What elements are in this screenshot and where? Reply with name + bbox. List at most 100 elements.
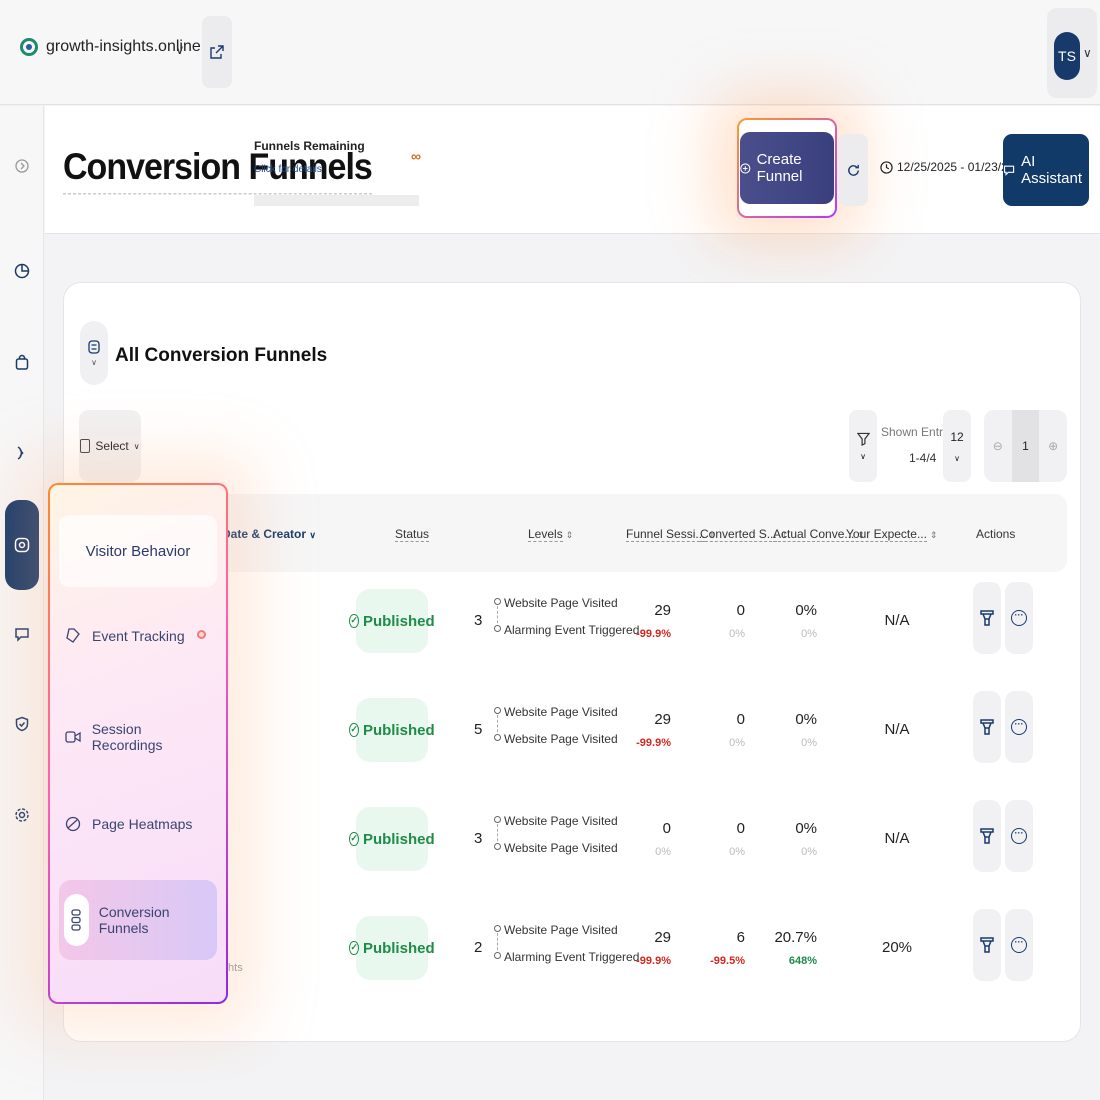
level-step: Website Page Visited: [494, 841, 618, 868]
clock-icon: [880, 160, 893, 174]
check-circle-icon: ✓: [349, 723, 359, 737]
flyout-item-conversion-funnels[interactable]: Conversion Funnels: [59, 880, 217, 960]
funnel-view-button[interactable]: [973, 909, 1001, 981]
funnel-view-button[interactable]: [973, 582, 1001, 654]
shown-entries-range: 1-4/4: [909, 451, 937, 465]
external-link-icon: [210, 45, 224, 59]
open-external-button[interactable]: [202, 16, 232, 88]
ai-assistant-button[interactable]: AI Assistant: [1003, 134, 1089, 206]
bulk-select-dropdown[interactable]: Select ∨: [79, 410, 141, 482]
column-actions: Actions: [976, 527, 1016, 541]
select-all-checkbox[interactable]: [80, 439, 91, 453]
funnel-view-button[interactable]: [973, 800, 1001, 872]
levels-steps: Website Page Visited Website Page Visited: [494, 705, 618, 759]
chevron-down-icon: ∨: [91, 357, 97, 367]
funnel-view-button[interactable]: [973, 691, 1001, 763]
funnel-list-icon: [88, 339, 100, 354]
flyout-item-page-heatmaps[interactable]: Page Heatmaps: [64, 815, 214, 833]
levels-count: 3: [474, 612, 483, 629]
flyout-item-event-tracking[interactable]: Event Tracking: [64, 627, 214, 645]
flyout-item-label: Event Tracking: [92, 628, 185, 644]
user-menu[interactable]: TS ∨: [1047, 8, 1097, 98]
next-page-button[interactable]: ⊕: [1039, 410, 1067, 482]
status-text: Published: [362, 612, 435, 630]
sidebar: [0, 106, 44, 1100]
expected-value: N/A: [884, 830, 910, 847]
column-expected[interactable]: Your Expecte... ⇕: [846, 527, 938, 542]
card-title: All Conversion Funnels: [115, 345, 328, 366]
filter-button[interactable]: ∨: [849, 410, 877, 482]
expected-value: N/A: [884, 721, 910, 738]
top-bar: growth-insights.online ∨ TS ∨: [0, 0, 1100, 105]
step-dot-icon: [494, 734, 501, 741]
status-text: Published: [362, 721, 435, 739]
column-levels[interactable]: Levels ⇕: [528, 527, 573, 542]
flyout-item-session-recordings[interactable]: Session Recordings: [64, 721, 214, 753]
chevron-down-icon: ∨: [133, 441, 140, 451]
prev-page-button[interactable]: ⊖: [984, 410, 1012, 482]
page-button-current[interactable]: 1: [1011, 410, 1040, 482]
sidebar-item-visitor-behavior[interactable]: [5, 500, 39, 590]
more-options-icon: ···: [1011, 610, 1027, 626]
funnel-sessions-value: 29: [654, 602, 671, 619]
column-status[interactable]: Status: [395, 527, 430, 542]
check-circle-icon: ✓: [349, 941, 359, 955]
flyout-item-label: Conversion Funnels: [98, 904, 170, 936]
chevron-down-icon: ∨: [860, 451, 866, 461]
converted-delta: -99.5%: [710, 955, 745, 967]
chevron-right-icon: ⊕: [1048, 439, 1059, 453]
status-text: Published: [362, 830, 435, 848]
per-page-select[interactable]: 12 ∨: [943, 410, 971, 482]
more-options-icon: ···: [1011, 828, 1027, 844]
more-options-button[interactable]: ···: [1005, 909, 1033, 981]
step-dot-icon: [494, 816, 501, 823]
sidebar-item-settings[interactable]: [8, 801, 36, 829]
filter-icon: [856, 432, 870, 446]
chevron-down-icon[interactable]: ∨: [175, 42, 185, 58]
status-badge: ✓ Published: [349, 589, 435, 653]
site-logo-icon: [20, 38, 38, 56]
converted-value: 0: [736, 602, 745, 619]
sidebar-expand-button[interactable]: [8, 152, 36, 180]
levels-steps: Website Page Visited Website Page Visited: [494, 814, 618, 868]
pagination: ⊖ 1 ⊕: [984, 410, 1067, 482]
actual-conversion-delta: 0%: [801, 737, 817, 749]
step-dot-icon: [494, 952, 501, 959]
shopping-bag-icon: [15, 354, 29, 370]
more-options-button[interactable]: ···: [1005, 800, 1033, 872]
funnel-sessions-delta: -99.9%: [636, 628, 671, 640]
converted-value: 0: [736, 711, 745, 728]
flyout-panel: Visitor Behavior Event Tracking Session …: [50, 485, 226, 1002]
more-options-button[interactable]: ···: [1005, 691, 1033, 763]
column-date-creator[interactable]: Date & Creator ∨: [222, 527, 316, 541]
expected-value: N/A: [884, 612, 910, 629]
more-options-button[interactable]: ···: [1005, 582, 1033, 654]
sidebar-item-ecommerce[interactable]: [8, 348, 36, 376]
actual-conversion-delta: 0%: [801, 846, 817, 858]
ai-assistant-label: AI Assistant: [1021, 153, 1082, 187]
site-switcher[interactable]: growth-insights.online: [20, 38, 201, 56]
actual-conversion-value: 0%: [795, 820, 817, 837]
heatmap-icon: [64, 815, 82, 833]
funnel-icon: [980, 937, 994, 953]
sidebar-item-feedback[interactable]: [8, 620, 36, 648]
shield-icon: [15, 716, 29, 732]
refresh-button[interactable]: [838, 134, 868, 206]
levels-count: 5: [474, 721, 483, 738]
sidebar-item-analytics[interactable]: [8, 257, 36, 285]
sidebar-item-traffic[interactable]: [8, 439, 36, 467]
funnels-view-toggle[interactable]: ∨: [80, 321, 108, 385]
sidebar-item-security[interactable]: [8, 710, 36, 738]
converted-value: 6: [736, 929, 745, 946]
plus-circle-icon: [740, 162, 751, 174]
tag-icon: [64, 627, 82, 645]
step-dot-icon: [494, 598, 501, 605]
funnel-sessions-delta: -99.9%: [636, 737, 671, 749]
create-funnel-highlight: Create Funnel: [737, 118, 837, 218]
funnels-remaining-bar: [254, 195, 419, 206]
status-badge: ✓ Published: [349, 698, 435, 762]
funnel-sessions-value: 29: [654, 711, 671, 728]
create-funnel-button[interactable]: Create Funnel: [740, 132, 834, 204]
funnels-details-link[interactable]: Click for details: [254, 164, 322, 175]
chevron-left-icon: ⊖: [992, 439, 1003, 453]
